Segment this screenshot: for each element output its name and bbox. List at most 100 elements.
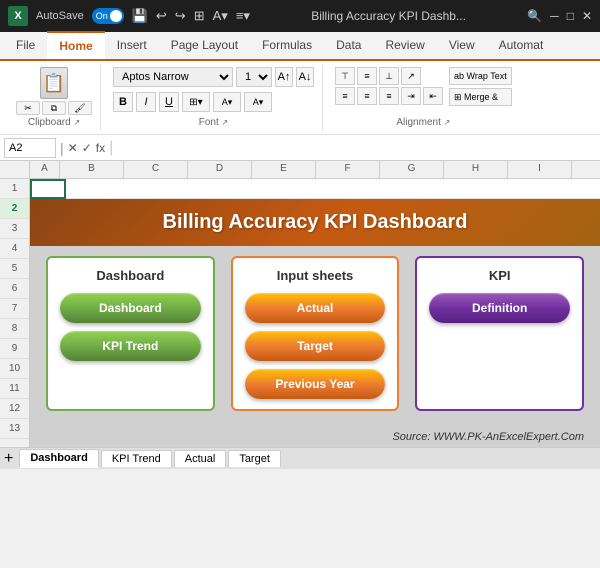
col-header-i[interactable]: I	[508, 161, 572, 178]
window-minimize[interactable]: ─	[550, 9, 559, 23]
outdent-button[interactable]: ⇤	[423, 87, 443, 105]
bold-button[interactable]: B	[113, 92, 133, 112]
col-header-d[interactable]: D	[188, 161, 252, 178]
row-1[interactable]: 1	[0, 179, 29, 199]
autosave-toggle[interactable]: On	[92, 8, 124, 24]
tab-home[interactable]: Home	[47, 31, 104, 59]
align-top[interactable]: ⊤	[335, 67, 355, 85]
cut-button[interactable]: ✂	[16, 101, 40, 115]
borders-button[interactable]: ⊞▾	[182, 92, 210, 112]
col-header-e[interactable]: E	[252, 161, 316, 178]
input-section-title: Input sheets	[245, 268, 386, 283]
formula-input[interactable]	[117, 142, 596, 154]
row-numbers: 1 2 3 4 5 6 7 8 9 10 11 12 13	[0, 179, 30, 447]
copy-button[interactable]: ⧉	[42, 101, 66, 115]
align-middle[interactable]: ≡	[357, 67, 377, 85]
toolbar-icon-save[interactable]: 💾	[132, 8, 148, 24]
col-header-a[interactable]: A	[30, 161, 60, 178]
sheet-tab-kpi-trend[interactable]: KPI Trend	[101, 450, 172, 467]
ribbon-tabs: File Home Insert Page Layout Formulas Da…	[0, 32, 600, 61]
definition-button[interactable]: Definition	[429, 293, 570, 323]
col-header-c[interactable]: C	[124, 161, 188, 178]
tab-view[interactable]: View	[437, 32, 487, 59]
row-10[interactable]: 10	[0, 359, 29, 379]
toolbar-icon-redo[interactable]: ↪	[175, 8, 186, 24]
add-sheet-button[interactable]: +	[4, 450, 13, 468]
col-header-g[interactable]: G	[380, 161, 444, 178]
source-footer: Source: WWW.PK-AnExcelExpert.Com	[30, 427, 600, 447]
underline-button[interactable]: U	[159, 92, 179, 112]
align-bottom[interactable]: ⊥	[379, 67, 399, 85]
target-button[interactable]: Target	[245, 331, 386, 361]
previous-year-button[interactable]: Previous Year	[245, 369, 386, 399]
col-header-h[interactable]: H	[444, 161, 508, 178]
row-5[interactable]: 5	[0, 259, 29, 279]
tab-file[interactable]: File	[4, 32, 47, 59]
actual-button[interactable]: Actual	[245, 293, 386, 323]
indent-button[interactable]: ⇥	[401, 87, 421, 105]
decrease-font-size[interactable]: A↓	[296, 67, 314, 87]
sheet-content: 1 2 3 4 5 6 7 8 9 10 11 12 13 Billing Ac…	[0, 179, 600, 447]
row-13[interactable]: 13	[0, 419, 29, 439]
ribbon-group-clipboard: 📋 ✂ ⧉ 🖌 Clipboard ↗	[8, 65, 101, 130]
increase-font-size[interactable]: A↑	[275, 67, 293, 87]
dashboard-button[interactable]: Dashboard	[60, 293, 201, 323]
align-center[interactable]: ≡	[357, 87, 377, 105]
dashboard-header: Billing Accuracy KPI Dashboard	[30, 199, 600, 246]
corner-cell	[0, 161, 30, 178]
title-bar: X AutoSave On 💾 ↩ ↪ ⊞ A▾ ≡▾ Billing Accu…	[0, 0, 600, 32]
input-nav-section: Input sheets Actual Target Previous Year	[231, 256, 400, 411]
format-painter[interactable]: 🖌	[68, 101, 92, 115]
row-7[interactable]: 7	[0, 299, 29, 319]
tab-review[interactable]: Review	[373, 32, 436, 59]
kpi-nav-section: KPI Definition	[415, 256, 584, 411]
row-8[interactable]: 8	[0, 319, 29, 339]
font-name-select[interactable]: Aptos Narrow	[113, 67, 233, 87]
tab-automate[interactable]: Automat	[487, 32, 556, 59]
excel-icon: X	[8, 6, 28, 26]
col-header-b[interactable]: B	[60, 161, 124, 178]
kpi-trend-button[interactable]: KPI Trend	[60, 331, 201, 361]
insert-function-icon[interactable]: fx	[96, 141, 105, 155]
row-4[interactable]: 4	[0, 239, 29, 259]
toolbar-icon-undo[interactable]: ↩	[156, 8, 167, 24]
fill-color-button[interactable]: A▾	[213, 92, 241, 112]
window-maximize[interactable]: □	[567, 9, 574, 23]
wrap-text-button[interactable]: ab Wrap Text	[449, 67, 512, 85]
col-header-f[interactable]: F	[316, 161, 380, 178]
window-search-icon[interactable]: 🔍	[527, 9, 542, 23]
tab-page-layout[interactable]: Page Layout	[159, 32, 250, 59]
row-12[interactable]: 12	[0, 399, 29, 419]
italic-button[interactable]: I	[136, 92, 156, 112]
font-color-button[interactable]: A▾	[244, 92, 272, 112]
sheet-tab-actual[interactable]: Actual	[174, 450, 227, 467]
row-9[interactable]: 9	[0, 339, 29, 359]
sheet-tab-dashboard[interactable]: Dashboard	[19, 449, 98, 468]
row-3[interactable]: 3	[0, 219, 29, 239]
formula-divider-2: |	[109, 139, 113, 157]
toolbar-icon-font-color[interactable]: A▾	[213, 8, 228, 24]
merge-button[interactable]: ⊞ Merge &	[449, 88, 512, 106]
cancel-formula-icon[interactable]: ✕	[68, 141, 78, 155]
tab-insert[interactable]: Insert	[105, 32, 159, 59]
paste-button[interactable]: 📋	[40, 67, 68, 99]
cell-reference-box[interactable]: A2	[4, 138, 56, 158]
tab-data[interactable]: Data	[324, 32, 373, 59]
orientation-button[interactable]: ↗	[401, 67, 421, 85]
font-label: Font ↗	[199, 115, 229, 128]
dashboard-container: Billing Accuracy KPI Dashboard Dashboard…	[30, 199, 600, 447]
align-right[interactable]: ≡	[379, 87, 399, 105]
row-2[interactable]: 2	[0, 199, 29, 219]
toolbar-icon-grid[interactable]: ⊞	[194, 8, 205, 24]
formula-divider: |	[60, 140, 64, 156]
dashboard-nav-section: Dashboard Dashboard KPI Trend	[46, 256, 215, 411]
confirm-formula-icon[interactable]: ✓	[82, 141, 92, 155]
sheet-tab-target[interactable]: Target	[228, 450, 281, 467]
font-size-select[interactable]: 11	[236, 67, 272, 87]
row-6[interactable]: 6	[0, 279, 29, 299]
tab-formulas[interactable]: Formulas	[250, 32, 324, 59]
row-11[interactable]: 11	[0, 379, 29, 399]
toolbar-icon-more[interactable]: ≡▾	[236, 8, 250, 24]
align-left[interactable]: ≡	[335, 87, 355, 105]
window-close[interactable]: ✕	[582, 9, 592, 23]
